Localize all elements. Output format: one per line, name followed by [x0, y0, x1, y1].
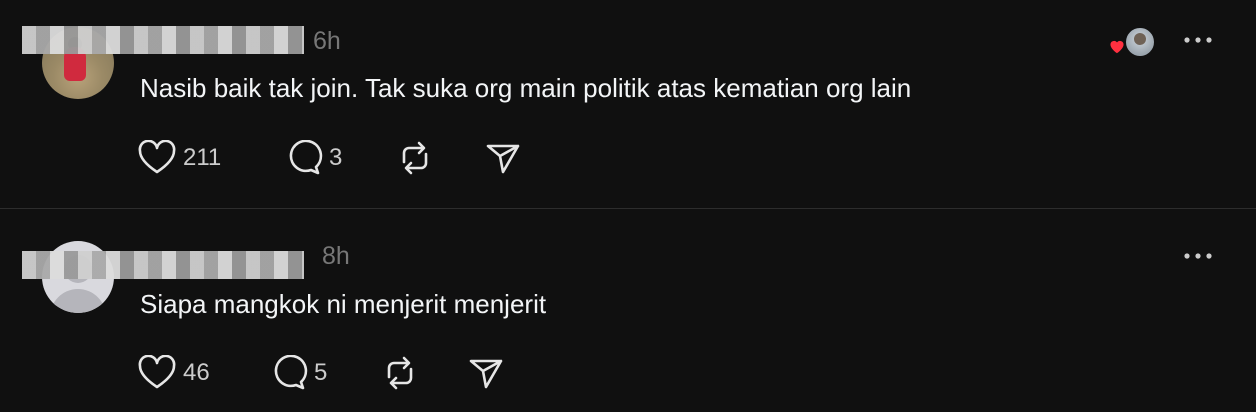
- repost-button[interactable]: [380, 353, 420, 393]
- username-redacted[interactable]: [22, 26, 304, 54]
- more-options-button[interactable]: [1180, 246, 1216, 266]
- liker-face: [1134, 33, 1146, 45]
- timestamp: 6h: [313, 27, 341, 55]
- share-button[interactable]: [483, 138, 523, 178]
- reply-post: 8h Siapa mangkok ni menjerit menjerit 46: [0, 209, 1256, 412]
- like-count: 46: [183, 359, 210, 386]
- reply-button[interactable]: 5: [268, 353, 327, 393]
- repost-icon: [380, 355, 420, 391]
- post-text: Nasib baik tak join. Tak suka org main p…: [140, 73, 912, 103]
- reply-count: 3: [329, 144, 343, 171]
- repost-icon: [395, 140, 435, 176]
- share-button[interactable]: [466, 353, 506, 393]
- avatar-shoulders: [50, 289, 106, 313]
- post-text: Siapa mangkok ni menjerit menjerit: [140, 289, 547, 319]
- more-options-button[interactable]: [1180, 30, 1216, 50]
- send-icon: [483, 140, 523, 176]
- reply-button[interactable]: 3: [283, 138, 342, 178]
- timestamp: 8h: [322, 242, 350, 270]
- like-count: 211: [183, 144, 222, 171]
- username-redacted[interactable]: [22, 251, 304, 279]
- like-button[interactable]: 46: [137, 353, 210, 393]
- reply-count: 5: [314, 359, 328, 386]
- ellipsis-icon: [1183, 252, 1213, 260]
- heart-icon: [137, 355, 177, 391]
- ellipsis-icon: [1183, 36, 1213, 44]
- repost-button[interactable]: [395, 138, 435, 178]
- comment-icon: [283, 140, 323, 176]
- send-icon: [466, 355, 506, 391]
- heart-icon: [137, 140, 177, 176]
- comment-icon: [268, 355, 308, 391]
- author-liker-avatar[interactable]: [1124, 26, 1156, 58]
- reply-post: 6h Nasib baik tak join. Tak suka org mai…: [0, 0, 1256, 208]
- like-button[interactable]: 211: [137, 138, 221, 178]
